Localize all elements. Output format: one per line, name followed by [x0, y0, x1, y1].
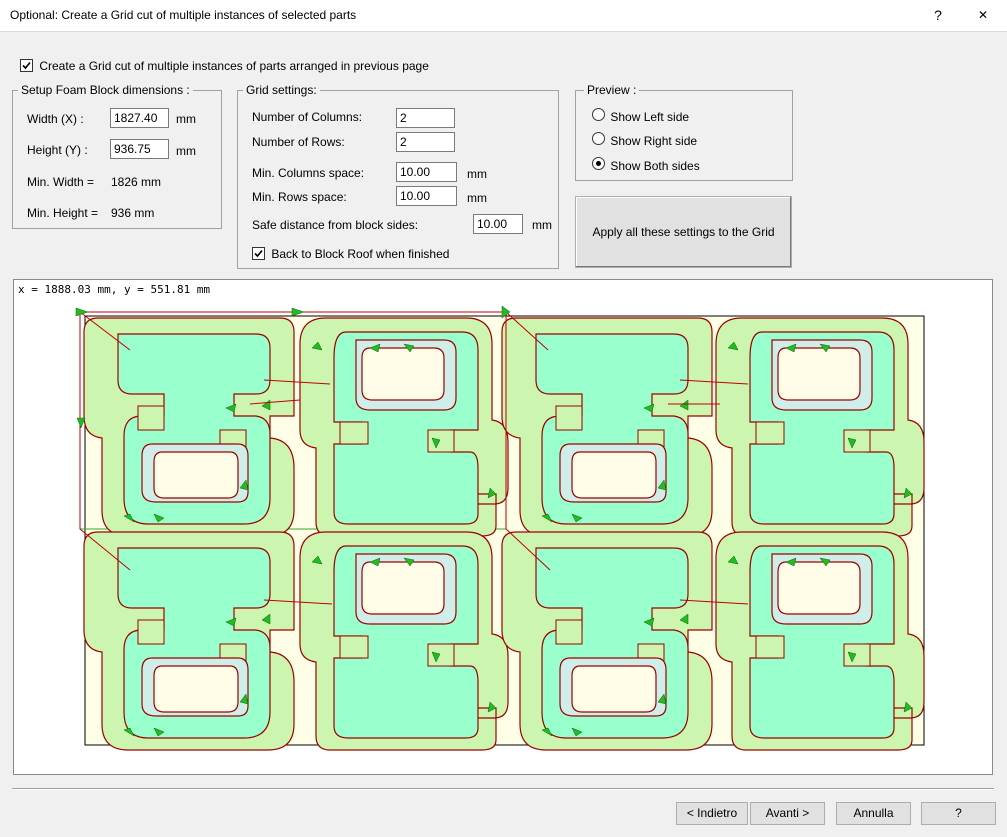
footer-separator [12, 788, 994, 790]
part-instance [715, 531, 925, 751]
part-instance [299, 317, 509, 537]
part-instance [299, 531, 509, 751]
part-instance [501, 531, 713, 751]
help-button[interactable]: ? [921, 802, 996, 825]
part-instance [501, 317, 713, 537]
next-button[interactable]: Avanti > [750, 802, 825, 825]
back-button[interactable]: < Indietro [676, 802, 748, 825]
part-instance [83, 317, 295, 537]
part-instance [715, 317, 925, 537]
cancel-button[interactable]: Annulla [836, 802, 911, 825]
part-instance [83, 531, 295, 751]
grid-preview-drawing [75, 305, 925, 751]
